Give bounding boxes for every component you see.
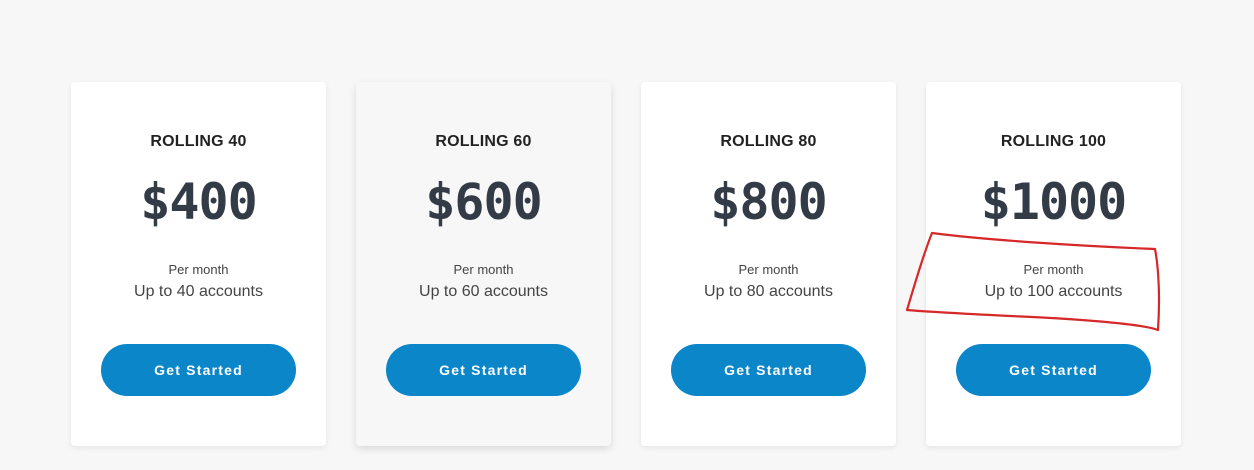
plan-card-rolling-100: ROLLING 100 $1000 Per month Up to 100 ac… — [926, 82, 1181, 446]
plan-accounts: Up to 40 accounts — [134, 283, 263, 300]
plan-card-rolling-60: ROLLING 60 $600 Per month Up to 60 accou… — [356, 82, 611, 446]
plan-accounts: Up to 100 accounts — [984, 283, 1123, 300]
plan-accounts: Up to 80 accounts — [704, 283, 833, 300]
plan-accounts: Up to 60 accounts — [419, 283, 548, 300]
plan-name: ROLLING 100 — [1000, 133, 1107, 150]
get-started-button[interactable]: Get Started — [956, 344, 1151, 396]
plan-period: Per month — [168, 262, 229, 277]
plan-period: Per month — [738, 262, 799, 277]
get-started-button[interactable]: Get Started — [386, 344, 581, 396]
plan-name: ROLLING 60 — [435, 133, 532, 150]
plan-name: ROLLING 80 — [720, 133, 817, 150]
plan-card-rolling-40: ROLLING 40 $400 Per month Up to 40 accou… — [71, 82, 326, 446]
get-started-button[interactable]: Get Started — [101, 344, 296, 396]
plan-period: Per month — [453, 262, 514, 277]
plan-period: Per month — [1023, 262, 1084, 277]
plan-price: $400 — [140, 173, 257, 231]
plan-price: $800 — [710, 173, 827, 231]
pricing-page: ROLLING 40 $400 Per month Up to 40 accou… — [0, 0, 1254, 470]
plan-price: $600 — [425, 173, 542, 231]
plan-card-rolling-80: ROLLING 80 $800 Per month Up to 80 accou… — [641, 82, 896, 446]
plan-name: ROLLING 40 — [150, 133, 247, 150]
get-started-button[interactable]: Get Started — [671, 344, 866, 396]
pricing-cards: ROLLING 40 $400 Per month Up to 40 accou… — [71, 82, 1181, 446]
plan-price: $1000 — [980, 173, 1128, 231]
